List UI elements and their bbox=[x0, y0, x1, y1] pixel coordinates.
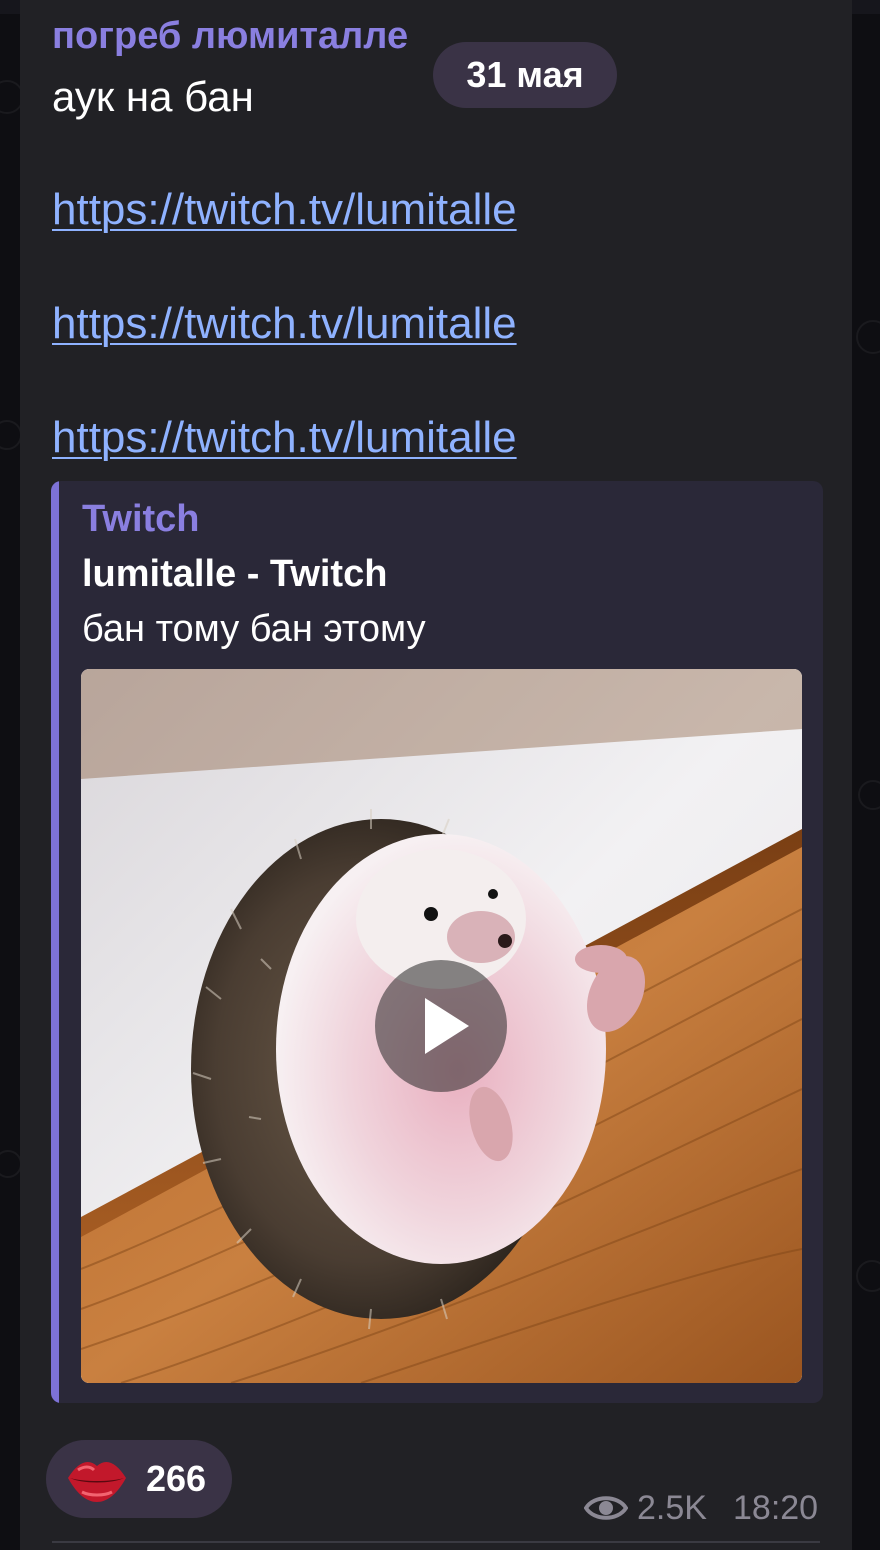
play-icon bbox=[425, 998, 469, 1054]
message-text: аук на бан bbox=[52, 73, 254, 120]
preview-title: lumitalle - Twitch bbox=[82, 553, 388, 595]
reaction-button[interactable]: 266 bbox=[46, 1440, 232, 1518]
background-doodle bbox=[858, 780, 880, 810]
play-button[interactable] bbox=[375, 960, 507, 1092]
background-doodle bbox=[856, 320, 880, 354]
preview-site-name: Twitch bbox=[82, 498, 200, 540]
background-doodle bbox=[856, 1260, 880, 1292]
sender-name[interactable]: погреб люмиталле bbox=[52, 14, 408, 58]
message-time: 18:20 bbox=[733, 1489, 819, 1527]
lips-icon bbox=[68, 1462, 126, 1502]
eye-icon bbox=[584, 1496, 628, 1520]
bubble-divider bbox=[52, 1541, 820, 1543]
message-link-3[interactable]: https://twitch.tv/lumitalle bbox=[52, 412, 517, 464]
preview-accent-bar bbox=[51, 481, 59, 1403]
views-count: 2.5K bbox=[637, 1489, 707, 1527]
message-link-2[interactable]: https://twitch.tv/lumitalle bbox=[52, 298, 517, 350]
reaction-count: 266 bbox=[146, 1458, 207, 1499]
background-doodle bbox=[0, 1150, 22, 1178]
hedgehog-photo[interactable] bbox=[81, 669, 802, 1383]
preview-description: бан тому бан этому bbox=[82, 608, 426, 650]
link-preview[interactable]: Twitch lumitalle - Twitch бан тому бан э… bbox=[51, 481, 823, 1403]
date-badge: 31 мая bbox=[433, 42, 617, 108]
message-link-1[interactable]: https://twitch.tv/lumitalle bbox=[52, 184, 517, 236]
background-doodle bbox=[0, 420, 22, 450]
